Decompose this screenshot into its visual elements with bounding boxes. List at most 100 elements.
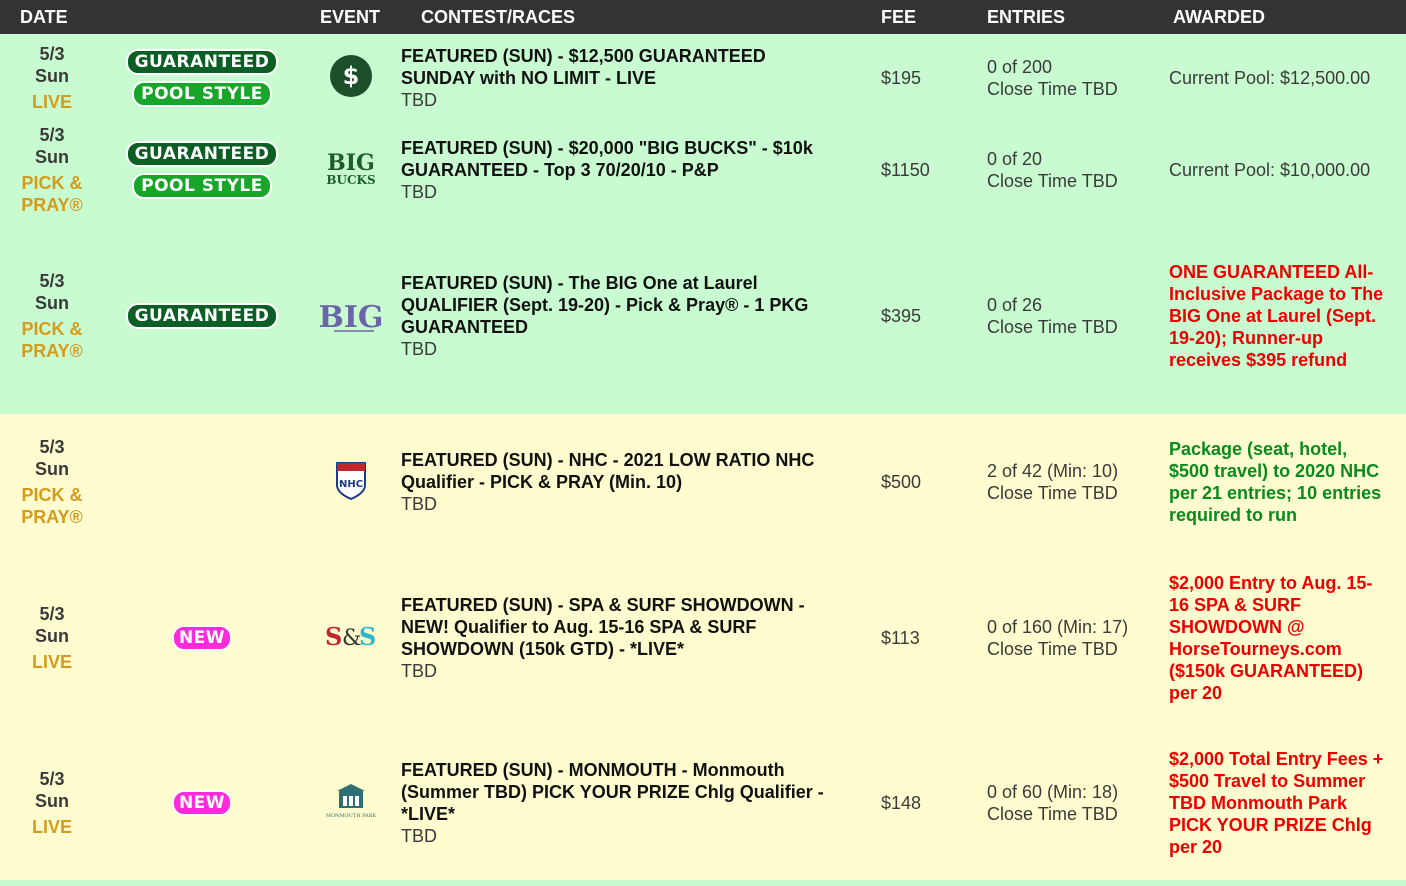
big-one-logo[interactable]: BIG (318, 291, 383, 337)
nhc-logo[interactable]: NHC (334, 459, 368, 501)
entries-cell: 0 of 20 Close Time TBD (967, 122, 1153, 218)
table-header: DATE EVENT CONTEST/RACES FEE ENTRIES AWA… (0, 0, 1406, 34)
date-md: 5/3 (39, 604, 65, 624)
entries-count: 0 of 20 (987, 149, 1043, 169)
guaranteed-badge: GUARANTEED (125, 49, 279, 75)
big-bucks-logo[interactable]: BIG BUCKS (321, 148, 381, 188)
close-time: Close Time TBD (987, 483, 1118, 503)
contest-type: LIVE (31, 652, 72, 672)
close-time: Close Time TBD (987, 639, 1118, 659)
close-time: Close Time TBD (987, 317, 1118, 337)
event-cell[interactable]: NHC (300, 414, 401, 550)
table-row[interactable]: 5/3 Sun LIVE GUARANTEED POOL STYLE $ FEA… (0, 34, 1406, 122)
contest-cell[interactable]: FEATURED (SUN) - $20,000 "BIG BUCKS" - $… (401, 122, 861, 218)
table-row[interactable]: 5/3 Sun LIVE NEW S & S FEATURED (SUN) - … (0, 550, 1406, 726)
table-row[interactable]: 5/3 Sun PICK & PRAY® GUARANTEED BIG FEAT… (0, 218, 1406, 414)
svg-text:$: $ (342, 62, 359, 90)
date-dow: Sun (35, 293, 69, 313)
close-time: Close Time TBD (987, 79, 1118, 99)
fee-cell: $1150 (861, 122, 967, 218)
contest-races: TBD (401, 90, 437, 110)
header-entries[interactable]: ENTRIES (967, 0, 1153, 34)
guaranteed-badge: GUARANTEED (125, 303, 279, 329)
header-contest[interactable]: CONTEST/RACES (401, 0, 861, 34)
header-badges (104, 0, 300, 34)
entries-count: 2 of 42 (Min: 10) (987, 461, 1119, 481)
date-dow: Sun (35, 791, 69, 811)
contest-races: TBD (401, 182, 437, 202)
table-row[interactable]: 5/3 Sun PICK & PRAY® NHC FEATURED (SUN) … (0, 414, 1406, 550)
close-time: Close Time TBD (987, 804, 1118, 824)
event-cell[interactable]: $ (300, 34, 401, 122)
fee-cell: $395 (861, 218, 967, 414)
logo-text: MONMOUTH PARK (325, 813, 376, 819)
contest-cell[interactable]: FEATURED (SUN) - The BIG One at Laurel Q… (401, 218, 861, 414)
contest-cell[interactable]: FEATURED (SUN) - MONMOUTH - Monmouth (Su… (401, 726, 861, 880)
badges-cell: NEW (104, 550, 300, 726)
date-md: 5/3 (39, 125, 65, 145)
contest-type: PICK & PRAY® (21, 173, 83, 215)
contest-type: PICK & PRAY® (21, 485, 83, 527)
date-md: 5/3 (39, 769, 65, 789)
monmouth-logo[interactable]: MONMOUTH PARK (323, 782, 379, 820)
badges-cell: GUARANTEED POOL STYLE (104, 122, 300, 218)
contest-type: LIVE (31, 817, 72, 837)
contest-title[interactable]: FEATURED (SUN) - NHC - 2021 LOW RATIO NH… (401, 449, 841, 493)
date-cell: 5/3 Sun PICK & PRAY® (0, 122, 104, 218)
date-dow: Sun (35, 626, 69, 646)
awarded-cell: Package (seat, hotel, $500 travel) to 20… (1153, 414, 1406, 550)
event-cell[interactable]: BIG (300, 218, 401, 414)
entries-cell: 0 of 160 (Min: 17) Close Time TBD (967, 550, 1153, 726)
awarded-cell: $2,000 Entry to Aug. 15-16 SPA & SURF SH… (1153, 550, 1406, 726)
contest-races: TBD (401, 494, 437, 514)
logo-text: BIG (320, 300, 382, 335)
fee-cell: $148 (861, 726, 967, 880)
contest-title[interactable]: FEATURED (SUN) - $20,000 "BIG BUCKS" - $… (401, 137, 841, 181)
contest-title[interactable]: FEATURED (SUN) - MONMOUTH - Monmouth (Su… (401, 759, 841, 825)
fee-cell: $500 (861, 414, 967, 550)
date-md: 5/3 (39, 437, 65, 457)
pool-style-badge: POOL STYLE (132, 81, 272, 107)
date-cell: 5/3 Sun LIVE (0, 726, 104, 880)
date-dow: Sun (35, 66, 69, 86)
contest-title[interactable]: FEATURED (SUN) - SPA & SURF SHOWDOWN - N… (401, 594, 841, 660)
logo-bottom-text: BUCKS (326, 173, 375, 187)
date-md: 5/3 (39, 271, 65, 291)
contest-races: TBD (401, 826, 437, 846)
contest-title[interactable]: FEATURED (SUN) - $12,500 GUARANTEED SUND… (401, 45, 841, 89)
header-awarded[interactable]: AWARDED (1153, 0, 1406, 34)
contest-cell[interactable]: FEATURED (SUN) - SPA & SURF SHOWDOWN - N… (401, 550, 861, 726)
date-cell: 5/3 Sun PICK & PRAY® (0, 414, 104, 550)
entries-cell: 2 of 42 (Min: 10) Close Time TBD (967, 414, 1153, 550)
awarded-cell: ONE GUARANTEED All-Inclusive Package to … (1153, 218, 1406, 414)
dollar-icon[interactable]: $ (328, 53, 374, 99)
entries-cell: 0 of 26 Close Time TBD (967, 218, 1153, 414)
fee-cell: $195 (861, 34, 967, 122)
event-cell[interactable]: S & S (300, 550, 401, 726)
header-event[interactable]: EVENT (300, 0, 401, 34)
date-dow: Sun (35, 147, 69, 167)
svg-text:S: S (325, 622, 342, 651)
contest-cell[interactable]: FEATURED (SUN) - NHC - 2021 LOW RATIO NH… (401, 414, 861, 550)
logo-text: NHC (338, 479, 362, 490)
new-badge: NEW (171, 625, 233, 651)
event-cell[interactable]: BIG BUCKS (300, 122, 401, 218)
awarded-cell: Current Pool: $12,500.00 (1153, 34, 1406, 122)
table-row[interactable]: 5/3 Sun LIVE NEW MONMOUTH PARK FEATURED … (0, 726, 1406, 880)
entries-count: 0 of 26 (987, 295, 1043, 315)
close-time: Close Time TBD (987, 171, 1118, 191)
date-md: 5/3 (39, 44, 65, 64)
badges-cell: GUARANTEED POOL STYLE (104, 34, 300, 122)
fee-cell: $113 (861, 550, 967, 726)
header-date[interactable]: DATE (0, 0, 104, 34)
table-row[interactable]: 5/3 Sun PICK & PRAY® GUARANTEED POOL STY… (0, 122, 1406, 218)
contest-cell[interactable]: FEATURED (SUN) - $12,500 GUARANTEED SUND… (401, 34, 861, 122)
event-cell[interactable]: MONMOUTH PARK (300, 726, 401, 880)
spa-surf-logo[interactable]: S & S (323, 620, 379, 652)
contest-title[interactable]: FEATURED (SUN) - The BIG One at Laurel Q… (401, 272, 841, 338)
date-cell: 5/3 Sun LIVE (0, 34, 104, 122)
date-cell: 5/3 Sun LIVE (0, 550, 104, 726)
header-fee[interactable]: FEE (861, 0, 967, 34)
contest-type: PICK & PRAY® (21, 319, 83, 361)
awarded-cell: Current Pool: $10,000.00 (1153, 122, 1406, 218)
